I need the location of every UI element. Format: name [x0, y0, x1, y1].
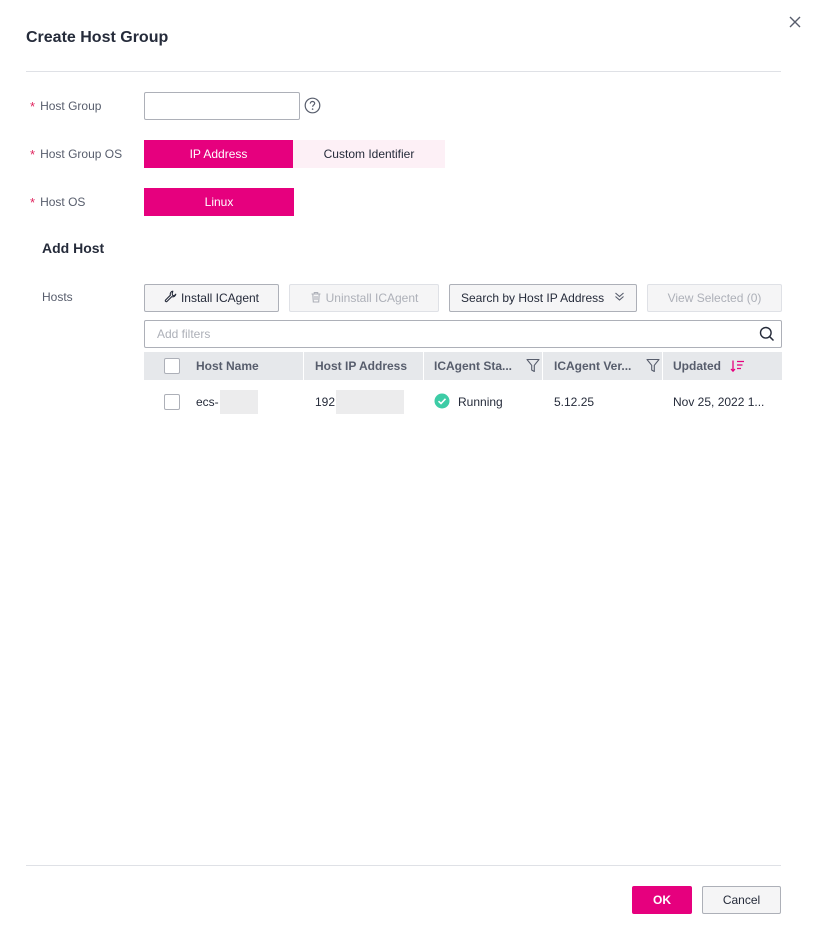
host-group-os-label-row: * Host Group OS [30, 146, 123, 162]
cell-icagent-status: Running [434, 392, 503, 412]
host-group-os-option-ip-address[interactable]: IP Address [144, 140, 293, 168]
cell-host-ip: 192 [315, 390, 405, 414]
header-divider [26, 71, 781, 72]
column-divider [423, 352, 424, 380]
wrench-icon [164, 290, 177, 306]
column-divider [662, 352, 663, 380]
search-mode-select[interactable]: Search by Host IP Address [449, 284, 637, 312]
sort-desc-icon[interactable] [730, 359, 745, 378]
search-icon[interactable] [759, 326, 775, 347]
cancel-button[interactable]: Cancel [702, 886, 781, 914]
install-icagent-label: Install ICAgent [180, 291, 260, 305]
dialog-title: Create Host Group [26, 29, 169, 46]
host-os-label-row: * Host OS [30, 194, 86, 210]
required-mark: * [30, 99, 36, 114]
column-header-icagent-status[interactable]: ICAgent Sta... [434, 352, 512, 380]
cell-host-name: ecs- [196, 390, 258, 414]
uninstall-icagent-label: Uninstall ICAgent [325, 291, 419, 305]
hosts-label: Hosts [42, 290, 73, 304]
help-icon[interactable] [304, 97, 321, 114]
cell-icagent-version: 5.12.25 [554, 395, 595, 409]
host-group-os-label: Host Group OS [40, 147, 123, 161]
redacted-block [336, 390, 405, 414]
host-group-os-option-custom-identifier[interactable]: Custom Identifier [293, 140, 445, 168]
add-host-section-title: Add Host [42, 240, 105, 256]
view-selected-button[interactable]: View Selected (0) [647, 284, 782, 312]
redacted-block [219, 390, 258, 414]
table-header: Host Name Host IP Address ICAgent Sta...… [144, 352, 782, 380]
required-mark: * [30, 147, 36, 162]
host-group-label: Host Group [40, 99, 102, 113]
footer-divider [26, 865, 781, 866]
column-divider [542, 352, 543, 380]
host-group-label-row: * Host Group [30, 98, 102, 114]
column-header-icagent-version[interactable]: ICAgent Ver... [554, 352, 631, 380]
filter-icon[interactable] [646, 358, 660, 378]
column-header-updated[interactable]: Updated [673, 352, 721, 380]
host-os-label: Host OS [40, 195, 86, 209]
table-row[interactable]: ecs- 192 Running 5.12.25 Nov 25, 2022 1.… [144, 384, 782, 418]
filter-input[interactable] [157, 327, 737, 341]
row-checkbox[interactable] [164, 394, 180, 410]
filter-bar[interactable] [144, 320, 782, 348]
filter-icon[interactable] [526, 358, 540, 378]
trash-icon [310, 291, 322, 306]
host-os-option-linux[interactable]: Linux [144, 188, 294, 216]
host-ip-text: 192 [315, 395, 336, 409]
ok-button[interactable]: OK [632, 886, 692, 914]
uninstall-icagent-button[interactable]: Uninstall ICAgent [289, 284, 439, 312]
required-mark: * [30, 195, 36, 210]
host-group-input[interactable] [144, 92, 300, 120]
column-header-host-name[interactable]: Host Name [196, 352, 259, 380]
column-header-host-ip[interactable]: Host IP Address [315, 352, 407, 380]
select-all-checkbox[interactable] [164, 358, 180, 374]
chevron-double-down-icon [614, 291, 625, 305]
host-name-text: ecs- [196, 395, 219, 409]
check-circle-icon [434, 393, 450, 412]
search-mode-value: Search by Host IP Address [461, 291, 605, 305]
cell-updated: Nov 25, 2022 1... [673, 395, 765, 409]
close-icon[interactable] [788, 15, 802, 29]
column-divider [303, 352, 304, 380]
status-text: Running [458, 395, 503, 409]
install-icagent-button[interactable]: Install ICAgent [144, 284, 279, 312]
